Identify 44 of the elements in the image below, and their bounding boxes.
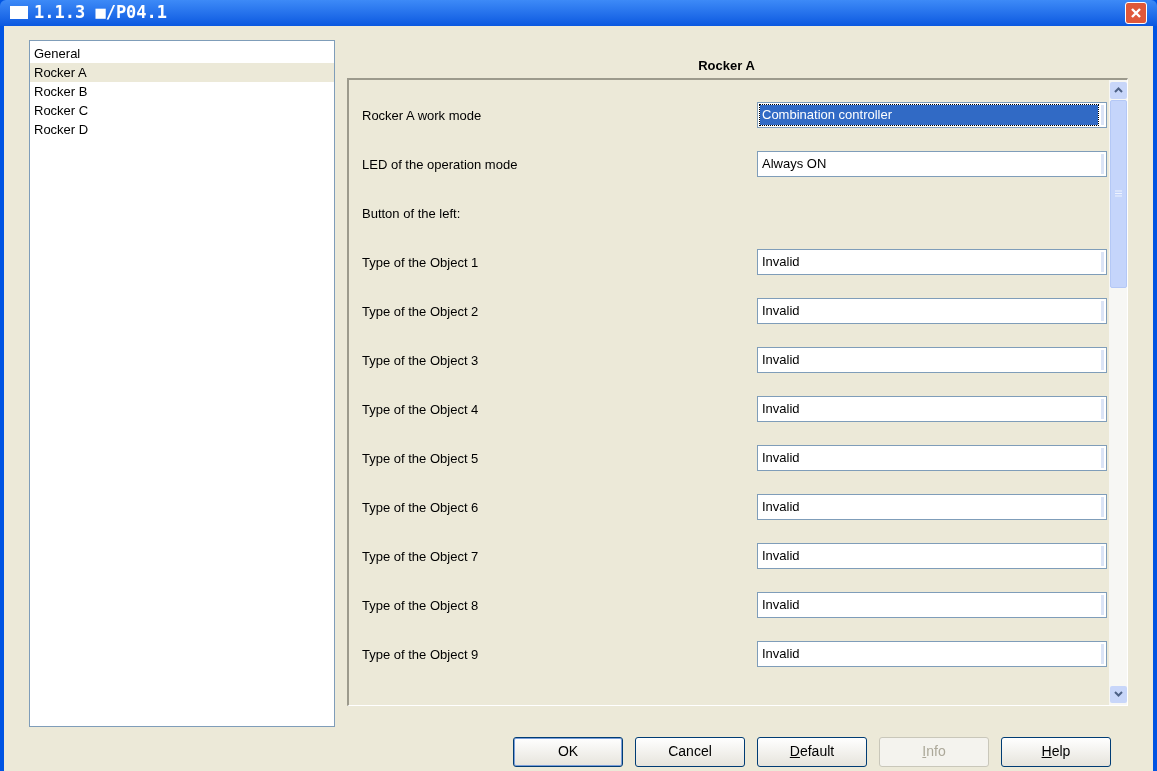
dialog-button[interactable]: OK (513, 736, 623, 767)
scroll-thumb[interactable] (1109, 99, 1127, 288)
sidebar-item[interactable]: Rocker B (30, 81, 334, 101)
dropdown-field[interactable]: Combination controller (757, 101, 1107, 128)
dropdown-field[interactable]: Invalid (757, 640, 1107, 667)
dropdown-field[interactable]: Invalid (757, 346, 1107, 373)
sidebar-item[interactable]: Rocker D (30, 119, 334, 139)
dropdown-field[interactable]: Invalid (757, 493, 1107, 520)
field-label: Type of the Object 1 (362, 253, 480, 272)
scroll-down-button[interactable] (1109, 685, 1127, 703)
scroll-up-button[interactable] (1109, 81, 1127, 99)
scrollbar[interactable] (1109, 79, 1127, 705)
dropdown-field[interactable]: Invalid (757, 591, 1107, 618)
dropdown-field[interactable]: Always ON (757, 150, 1107, 177)
grip-icon (1114, 190, 1122, 197)
panel-title: Rocker A (697, 56, 756, 75)
field-label: Type of the Object 3 (362, 351, 480, 370)
dropdown-field[interactable]: Invalid (757, 248, 1107, 275)
sidebar-item[interactable]: General (30, 43, 334, 63)
window-icon (10, 6, 28, 20)
dropdown-field[interactable]: Invalid (757, 444, 1107, 471)
close-button[interactable] (1125, 1, 1147, 24)
section-heading: Button of the left: (362, 204, 461, 223)
dropdown-field[interactable]: Invalid (757, 297, 1107, 324)
sidebar-item[interactable]: Rocker C (30, 100, 334, 120)
field-label: Type of the Object 7 (362, 547, 480, 566)
field-label: Type of the Object 2 (362, 302, 480, 321)
dialog-button[interactable]: Help (1001, 736, 1111, 767)
window-title: 1.1.3 ■/P04.1 (34, 1, 169, 24)
field-label: Type of the Object 4 (362, 400, 480, 419)
field-label: Type of the Object 9 (362, 645, 480, 664)
chevron-up-icon (1113, 87, 1123, 93)
chevron-down-icon (1113, 691, 1123, 697)
field-label: LED of the operation mode (362, 155, 519, 174)
field-label: Rocker A work mode (362, 106, 483, 125)
field-label: Type of the Object 8 (362, 596, 480, 615)
close-icon (1130, 6, 1142, 19)
dropdown-field[interactable]: Invalid (757, 542, 1107, 569)
sidebar-item[interactable]: Rocker A (30, 62, 334, 82)
field-label: Type of the Object 5 (362, 449, 480, 468)
field-label: Type of the Object 6 (362, 498, 480, 517)
dialog-button[interactable]: Cancel (635, 736, 745, 767)
dialog-button[interactable]: Default (757, 736, 867, 767)
dropdown-field[interactable]: Invalid (757, 395, 1107, 422)
